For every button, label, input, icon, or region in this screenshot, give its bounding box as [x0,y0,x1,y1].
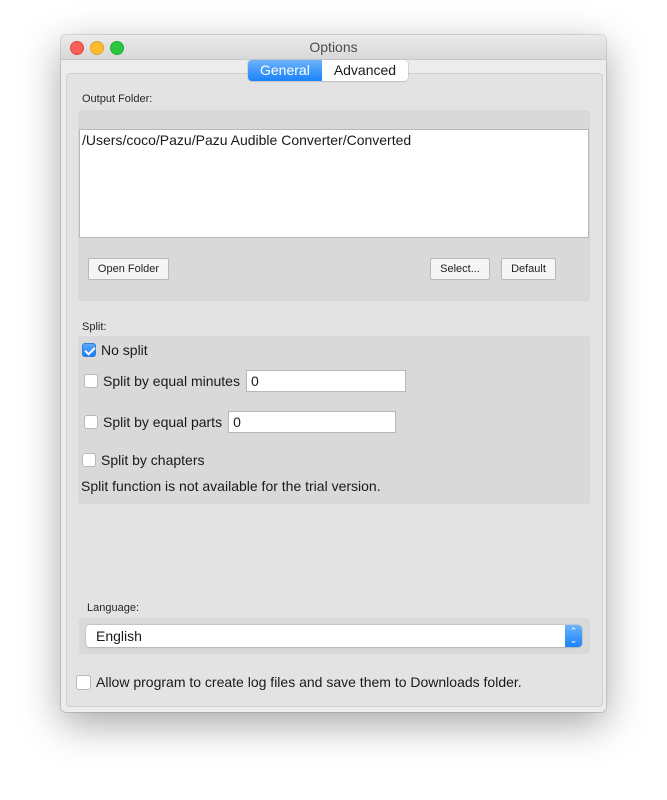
tab-bar: General Advanced [248,60,409,81]
split-parts-option[interactable]: Split by equal parts 0 [84,411,397,433]
select-folder-button[interactable]: Select... [430,258,490,280]
title-bar[interactable]: Options [61,35,606,60]
output-folder-label: Output Folder: [82,93,153,105]
split-label: Split: [82,321,107,333]
language-label: Language: [87,602,139,614]
log-files-checkbox[interactable] [76,674,91,690]
window-title: Options [309,39,358,55]
options-window: Options General Advanced Output Folder: … [61,35,606,712]
split-minutes-checkbox[interactable] [84,374,98,388]
split-parts-input[interactable]: 0 [228,411,397,433]
language-select[interactable]: English ⌃ ⌄ [86,625,582,647]
split-minutes-label: Split by equal minutes [103,373,240,389]
split-chapters-option[interactable]: Split by chapters [82,451,205,469]
split-parts-label: Split by equal parts [103,414,223,430]
updown-chevron-icon[interactable]: ⌃ ⌄ [565,625,582,647]
tab-general[interactable]: General [248,60,322,81]
no-split-option[interactable]: No split [82,341,148,359]
output-folder-group: /Users/coco/Pazu/Pazu Audible Converter/… [78,110,590,301]
split-chapters-label: Split by chapters [101,452,205,468]
log-files-option[interactable]: Allow program to create log files and sa… [76,672,522,692]
log-files-label: Allow program to create log files and sa… [96,674,522,690]
output-folder-path-field[interactable]: /Users/coco/Pazu/Pazu Audible Converter/… [79,129,589,238]
tab-content: Output Folder: /Users/coco/Pazu/Pazu Aud… [66,73,603,707]
tab-advanced[interactable]: Advanced [321,60,409,81]
split-parts-checkbox[interactable] [84,415,98,429]
language-group: English ⌃ ⌄ [79,618,590,654]
open-folder-button[interactable]: Open Folder [88,258,169,280]
no-split-checkbox[interactable] [82,343,96,357]
split-trial-note: Split function is not available for the … [81,478,381,494]
chevron-down-icon: ⌄ [569,635,578,645]
language-selected-value: English [96,628,142,644]
split-chapters-checkbox[interactable] [82,453,96,467]
no-split-label: No split [101,342,148,358]
default-folder-button[interactable]: Default [501,258,556,280]
split-minutes-option[interactable]: Split by equal minutes 0 [84,370,406,392]
split-minutes-input[interactable]: 0 [245,370,406,392]
